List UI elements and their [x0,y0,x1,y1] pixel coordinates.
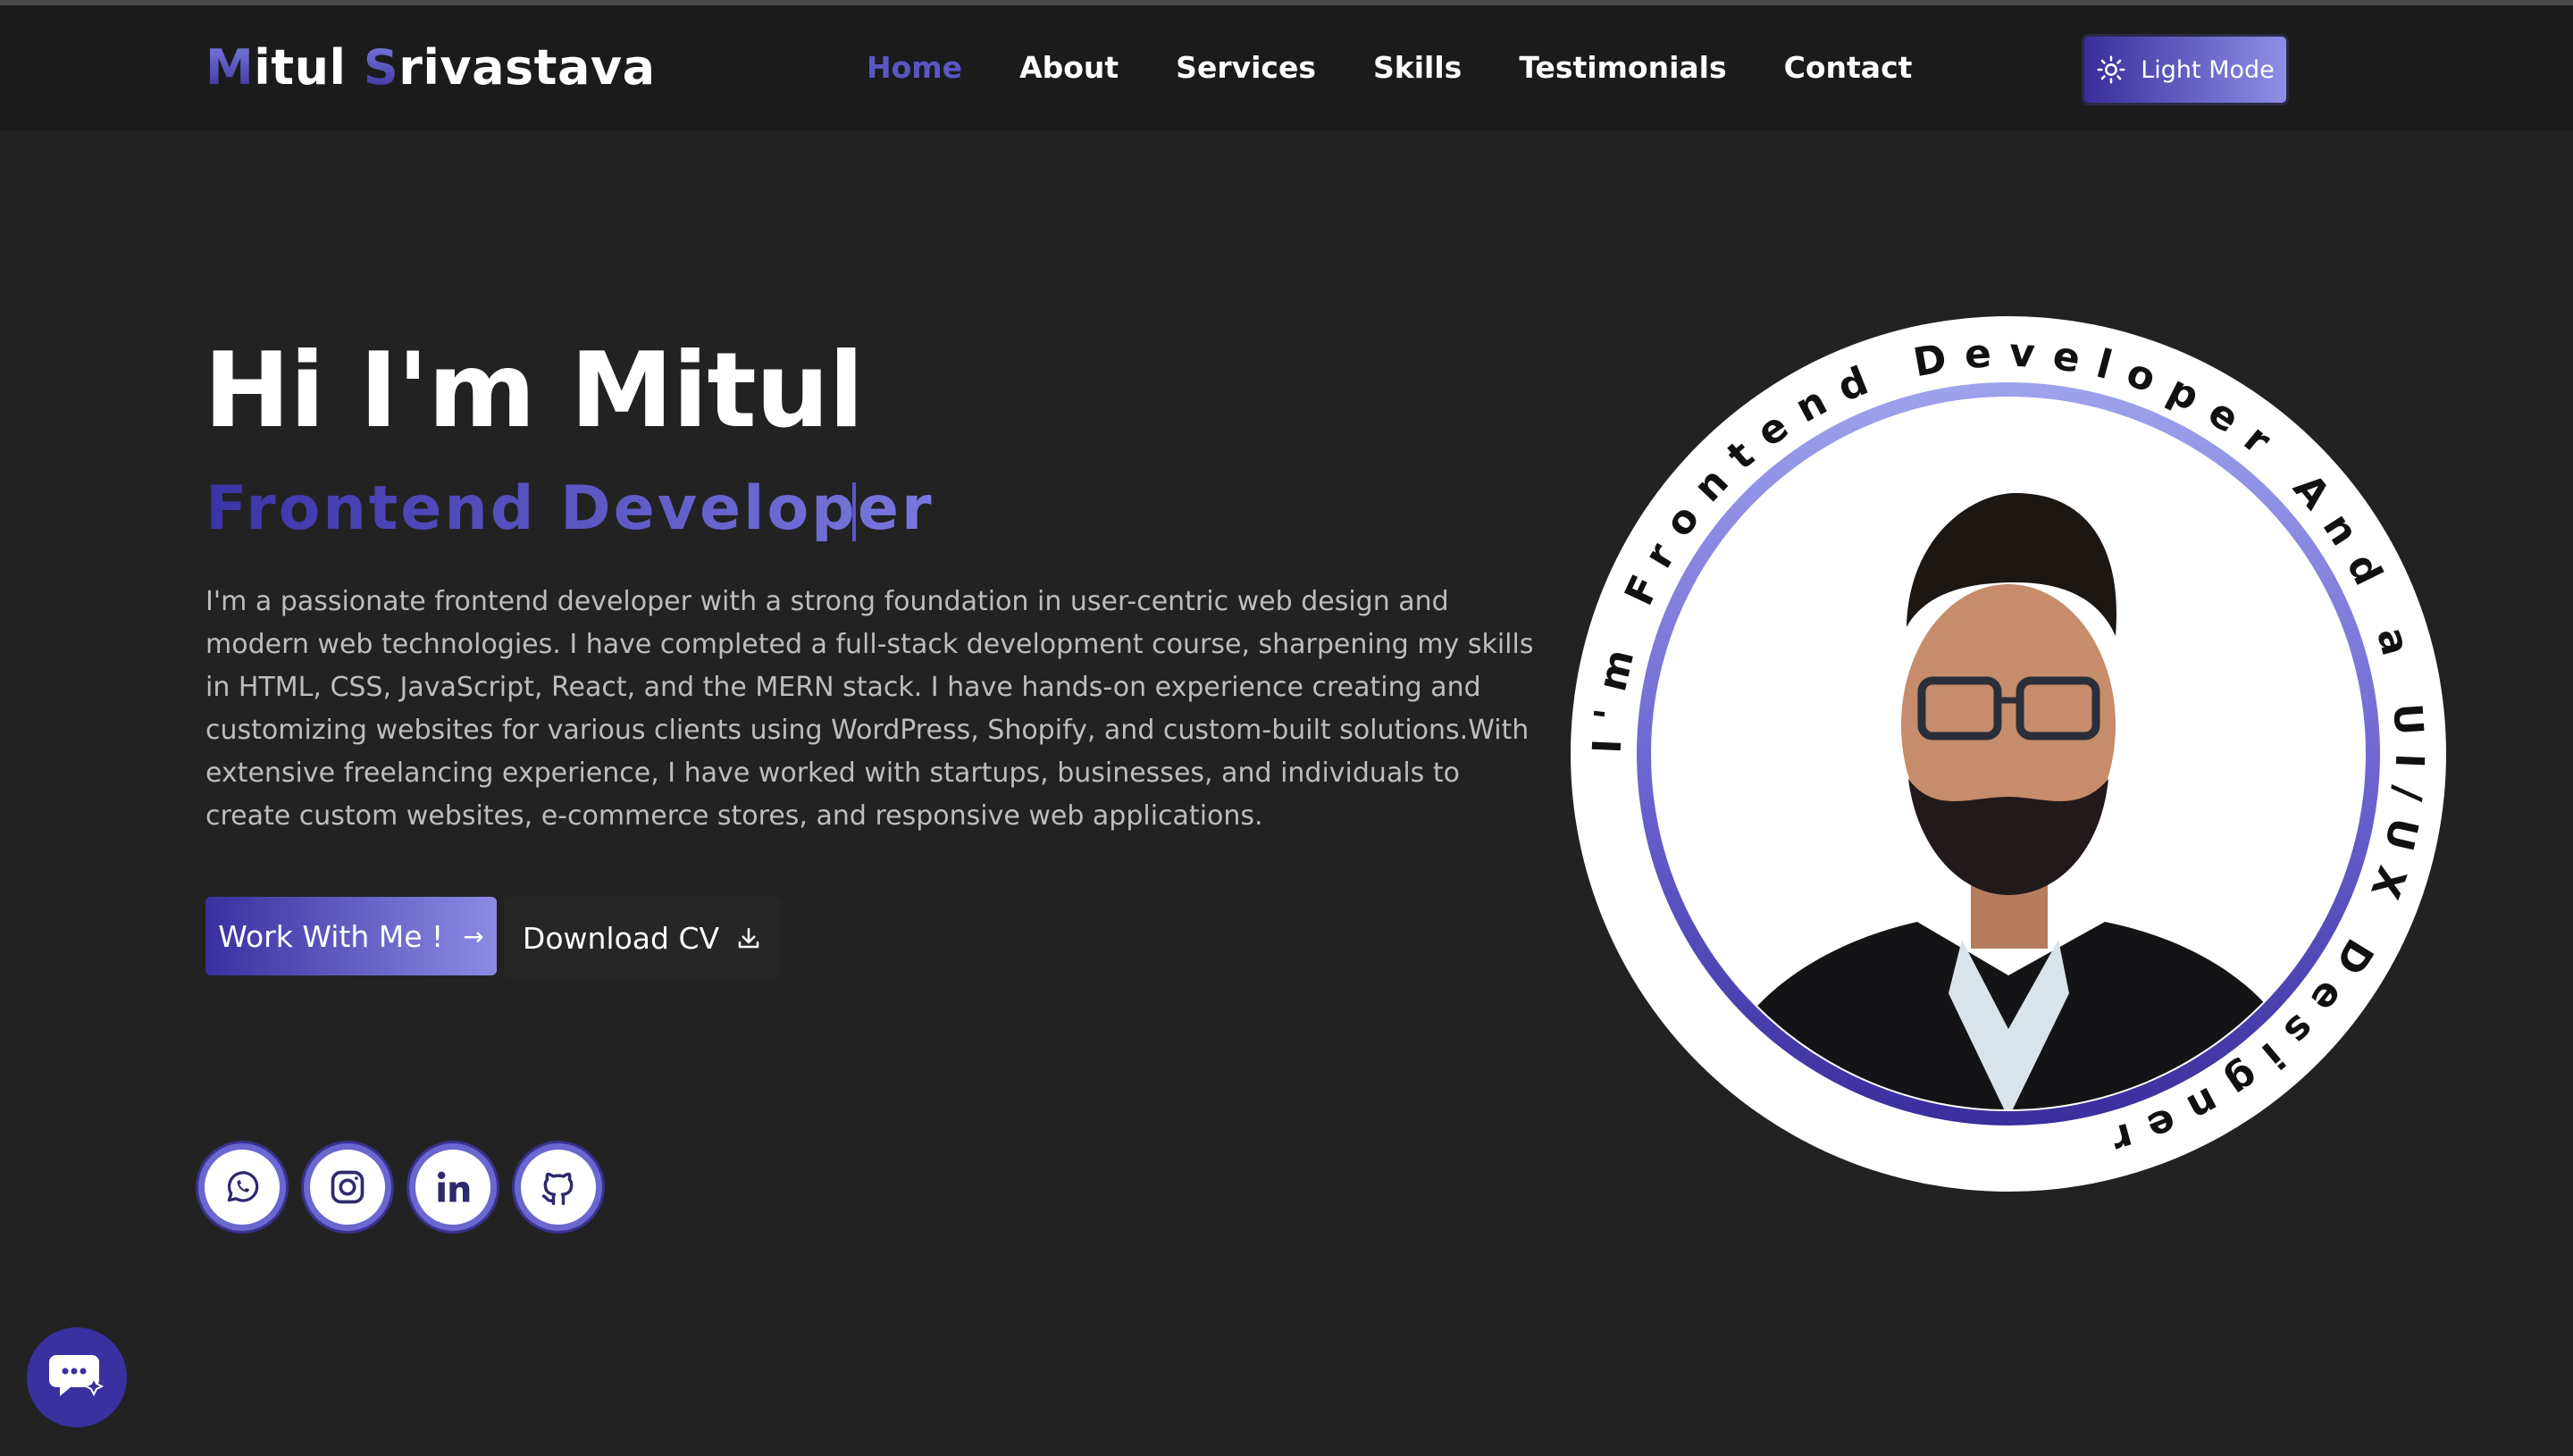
navbar: Mitul Srivastava Home About Services Ski… [0,5,2573,130]
nav-contact-link[interactable]: Contact [1784,50,1913,85]
brand-initial-s: S [363,39,399,96]
instagram-link[interactable] [304,1143,391,1231]
chat-icon [49,1355,105,1397]
github-icon [541,1172,574,1206]
nav-home-link[interactable]: Home [867,50,962,85]
arrow-right-icon: → [463,921,484,951]
download-icon [738,927,759,949]
work-with-me-button[interactable]: Work With Me ! → [205,897,497,975]
brand-initial-m: M [205,39,255,96]
light-mode-label: Light Mode [2141,55,2275,84]
nav-testimonials-link[interactable]: Testimonials [1519,50,1726,85]
nav-skills-link[interactable]: Skills [1373,50,1462,85]
hero-subtitle: Frontend Developer [205,473,934,544]
download-cv-button[interactable]: Download CV [504,897,781,979]
nav-services-link[interactable]: Services [1176,50,1316,85]
linkedin-link[interactable] [409,1143,497,1231]
brand-first-name-rest: itul [254,39,364,96]
chat-widget-button[interactable] [27,1327,127,1427]
linkedin-icon [437,1171,470,1202]
brand-logo[interactable]: Mitul Srivastava [205,39,656,96]
portrait-badge: I'm Frontend Developer And a UI/UX Desig… [1571,316,2446,1192]
nav-about-link[interactable]: About [1019,50,1119,85]
sun-icon [2097,55,2125,84]
github-link[interactable] [515,1143,602,1231]
light-mode-toggle-button[interactable]: Light Mode [2082,34,2289,105]
main-nav: Home About Services Skills Testimonials … [867,50,1912,85]
hero-description: I'm a passionate frontend developer with… [205,586,1534,832]
hero-title: Hi I'm Mitul [204,331,864,451]
profile-portrait: I'm Frontend Developer And a UI/UX Desig… [1569,314,2448,1193]
social-links [198,1143,602,1231]
whatsapp-icon [227,1171,259,1202]
typing-caret [852,482,856,541]
whatsapp-link[interactable] [198,1143,286,1231]
download-cv-label: Download CV [522,920,720,956]
instagram-icon [331,1170,365,1204]
work-with-me-label: Work With Me ! [218,918,444,954]
brand-last-name-rest: rivastava [398,39,656,96]
